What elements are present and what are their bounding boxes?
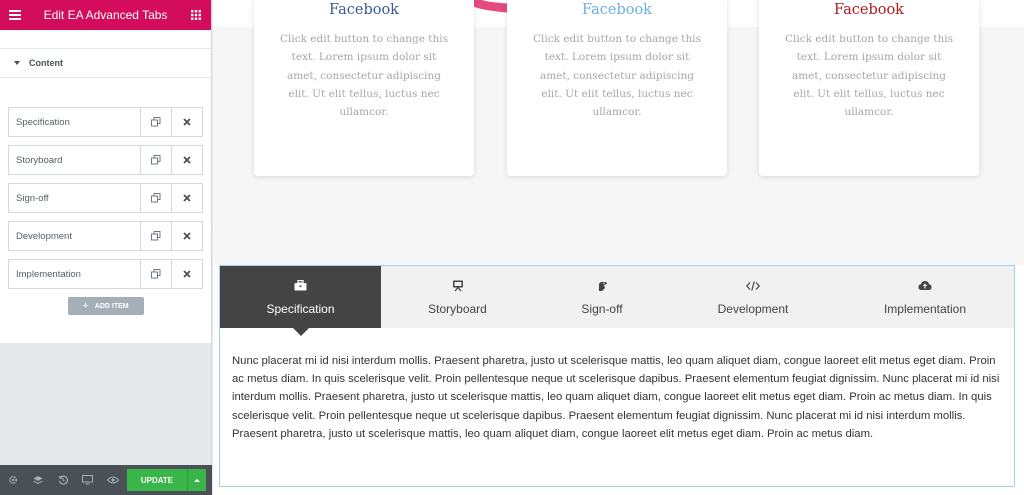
remove-icon[interactable] <box>171 184 202 212</box>
repeater-item-title[interactable]: Storyboard <box>9 146 140 174</box>
duplicate-icon[interactable] <box>140 108 171 136</box>
card-body: Click edit button to change this text. L… <box>532 33 702 119</box>
duplicate-icon[interactable] <box>140 260 171 288</box>
remove-icon[interactable] <box>171 260 202 288</box>
add-item-label: ADD ITEM <box>94 302 129 310</box>
tabs-repeater: Specification Storyboard Sign-off Develo… <box>0 107 211 289</box>
repeater-item-title[interactable]: Specification <box>9 108 140 136</box>
tab-label: Specification <box>266 301 335 316</box>
update-group: UPDATE <box>127 469 206 491</box>
tab-specification[interactable]: Specification <box>220 266 381 336</box>
widgets-grid-icon[interactable] <box>181 0 211 30</box>
storyboard-icon <box>452 279 464 293</box>
panel-header: Edit EA Advanced Tabs <box>0 0 211 30</box>
repeater-item: Sign-off <box>8 183 203 213</box>
preview-eye-icon[interactable] <box>100 465 125 495</box>
tab-label: Implementation <box>883 301 967 316</box>
tab-label: Storyboard <box>428 301 487 316</box>
plus-icon: + <box>82 300 89 312</box>
briefcase-icon <box>294 279 307 293</box>
repeater-item: Implementation <box>8 259 203 289</box>
tab-storyboard[interactable]: Storyboard <box>381 266 534 328</box>
card-body: Click edit button to change this text. L… <box>279 33 449 119</box>
hamburger-menu-icon[interactable] <box>0 0 30 30</box>
section-title: Content <box>29 58 63 68</box>
caret-down-icon <box>14 61 20 65</box>
card-body: Click edit button to change this text. L… <box>784 33 954 119</box>
tab-nav: Specification Storyboard Sign-off Develo… <box>220 266 1014 336</box>
tab-implementation[interactable]: Implementation <box>836 266 1014 328</box>
repeater-item: Development <box>8 221 203 251</box>
section-toggle-content[interactable]: Content <box>0 48 211 78</box>
remove-icon[interactable] <box>171 146 202 174</box>
tab-content-panel: Nunc placerat mi id nisi interdum mollis… <box>232 355 1000 440</box>
repeater-item-title[interactable]: Development <box>9 222 140 250</box>
save-options-button[interactable] <box>187 469 206 491</box>
repeater-item: Specification <box>8 107 203 137</box>
remove-icon[interactable] <box>171 222 202 250</box>
update-button[interactable]: UPDATE <box>127 469 187 491</box>
history-icon[interactable] <box>50 465 75 495</box>
panel-body: Content Specification Storyboard Sign-of… <box>0 30 211 343</box>
tab-label: Development <box>717 301 789 316</box>
repeater-item-title[interactable]: Implementation <box>9 260 140 288</box>
repeater-item-title[interactable]: Sign-off <box>9 184 140 212</box>
add-item-button[interactable]: + ADD ITEM <box>67 297 144 315</box>
panel-footer: UPDATE <box>0 465 212 495</box>
tab-sign-off[interactable]: Sign-off <box>534 266 670 328</box>
editor-panel: Edit EA Advanced Tabs Content Specificat… <box>0 0 212 495</box>
code-icon <box>746 279 760 293</box>
info-card[interactable]: Facebook Click edit button to change thi… <box>507 0 727 176</box>
caret-up-icon <box>194 478 200 482</box>
tab-development[interactable]: Development <box>670 266 836 328</box>
layers-icon[interactable] <box>25 465 50 495</box>
preview-canvas: Facebook Click edit button to change thi… <box>213 0 1024 495</box>
tab-label: Sign-off <box>581 301 623 316</box>
gear-icon[interactable] <box>0 465 25 495</box>
info-card[interactable]: Facebook Click edit button to change thi… <box>254 0 474 176</box>
repeater-item: Storyboard <box>8 145 203 175</box>
card-title: Facebook <box>834 2 904 18</box>
duplicate-icon[interactable] <box>140 222 171 250</box>
card-title: Facebook <box>582 2 652 18</box>
card-title: Facebook <box>329 2 399 18</box>
panel-title: Edit EA Advanced Tabs <box>43 8 168 22</box>
info-card[interactable]: Facebook Click edit button to change thi… <box>759 0 979 176</box>
duplicate-icon[interactable] <box>140 184 171 212</box>
advanced-tabs-widget[interactable]: Specification Storyboard Sign-off Develo… <box>219 265 1015 487</box>
responsive-icon[interactable] <box>75 465 100 495</box>
duplicate-icon[interactable] <box>140 146 171 174</box>
add-item-wrap: + ADD ITEM <box>0 297 211 315</box>
remove-icon[interactable] <box>171 108 202 136</box>
signoff-icon <box>596 279 608 293</box>
cloud-upload-icon <box>918 279 932 293</box>
